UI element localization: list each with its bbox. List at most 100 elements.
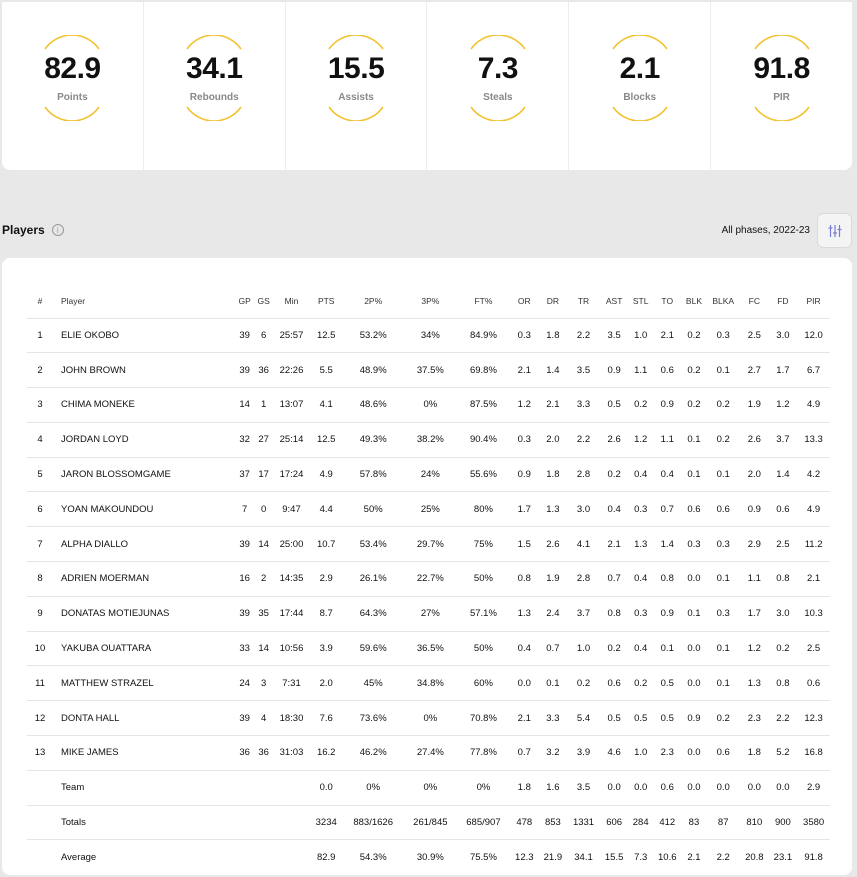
column-header[interactable]: FC bbox=[740, 284, 769, 319]
table-cell: 1.2 bbox=[768, 387, 798, 423]
player-name-link[interactable]: MATTHEW STRAZEL bbox=[53, 665, 236, 702]
table-cell: 2.9 bbox=[309, 561, 343, 597]
column-header[interactable]: TO bbox=[652, 284, 682, 319]
table-cell: 0.5 bbox=[599, 700, 629, 737]
filter-button[interactable] bbox=[817, 213, 852, 248]
table-cell: 1.4 bbox=[652, 526, 682, 563]
player-name-link[interactable]: CHIMA MONEKE bbox=[53, 387, 236, 423]
column-header[interactable]: # bbox=[27, 284, 53, 319]
table-cell: 3.3 bbox=[567, 387, 600, 423]
column-header[interactable]: 2P% bbox=[342, 284, 404, 319]
table-cell: 33 bbox=[235, 631, 255, 667]
player-name-link[interactable]: YOAN MAKOUNDOU bbox=[53, 491, 236, 528]
column-header[interactable]: DR bbox=[538, 284, 568, 319]
player-name-link[interactable]: JORDAN LOYD bbox=[53, 422, 236, 458]
table-cell: 2 bbox=[254, 561, 274, 597]
table-cell: 21.9 bbox=[543, 852, 563, 864]
table-cell: 0.7 bbox=[509, 735, 539, 771]
table-row: 5 JARON BLOSSOMGAME 37 17 17:24 4.9 57.8% 24% 55… bbox=[27, 457, 830, 493]
column-header[interactable]: FD bbox=[768, 284, 798, 319]
column-header[interactable]: FT% bbox=[456, 284, 510, 319]
table-cell bbox=[27, 805, 53, 841]
table-cell: 87 bbox=[706, 805, 741, 841]
table-cell bbox=[235, 805, 255, 841]
column-header[interactable]: PIR bbox=[797, 284, 830, 319]
column-header[interactable]: PTS bbox=[309, 284, 343, 319]
table-cell: 261/845 bbox=[403, 805, 457, 841]
info-icon[interactable]: i bbox=[51, 224, 64, 236]
column-header[interactable]: OR bbox=[509, 284, 539, 319]
table-cell: 2.5 bbox=[797, 631, 830, 667]
table-cell: 0.8 bbox=[768, 665, 798, 702]
player-name-link[interactable]: YAKUBA OUATTARA bbox=[53, 631, 236, 667]
table-cell: 2.1 bbox=[538, 387, 568, 423]
column-header[interactable]: BLK bbox=[681, 284, 707, 319]
table-cell: 4 bbox=[254, 700, 274, 737]
table-cell: 1.0 bbox=[628, 735, 653, 771]
table-cell: 3.7 bbox=[567, 596, 600, 632]
player-name-link[interactable]: DONTA HALL bbox=[53, 700, 236, 737]
player-name-link[interactable]: ELIE OKOBO bbox=[53, 318, 236, 354]
players-section-header: Players i bbox=[2, 223, 64, 237]
stat-value: 91.8 bbox=[753, 52, 810, 85]
stat-assists: 15.5 Assists bbox=[286, 2, 428, 170]
table-cell bbox=[273, 840, 310, 875]
table-cell: 810 bbox=[740, 805, 769, 841]
table-cell: 2.1 bbox=[509, 700, 539, 737]
player-name-link[interactable]: MIKE JAMES bbox=[53, 735, 236, 771]
table-cell: 20.8 bbox=[745, 852, 764, 864]
column-header[interactable]: 3P% bbox=[403, 284, 457, 319]
table-cell: 3.3 bbox=[538, 700, 568, 737]
table-cell: 24% bbox=[403, 457, 457, 493]
column-header[interactable]: STL bbox=[628, 284, 653, 319]
table-cell: 2.2 bbox=[567, 318, 600, 354]
player-name-link[interactable]: JARON BLOSSOMGAME bbox=[53, 457, 236, 493]
table-cell: 17:44 bbox=[273, 596, 310, 632]
table-cell: 0.0 bbox=[681, 665, 707, 702]
table-cell: 2.1 bbox=[509, 352, 539, 389]
column-header[interactable]: AST bbox=[599, 284, 629, 319]
table-row: 7 ALPHA DIALLO 39 14 25:00 10.7 53.4% 29.7% 75% 1… bbox=[27, 526, 830, 563]
stat-value: 7.3 bbox=[477, 52, 519, 85]
table-cell: 12.5 bbox=[309, 318, 343, 354]
table-cell: 0.8 bbox=[599, 596, 629, 632]
table-cell: 0.0 bbox=[599, 770, 629, 806]
table-cell: 2.8 bbox=[567, 457, 600, 493]
table-cell: 50% bbox=[342, 491, 404, 528]
player-name-link[interactable]: ADRIEN MOERMAN bbox=[53, 561, 236, 597]
table-cell: 4.4 bbox=[309, 491, 343, 528]
column-header[interactable]: Player bbox=[53, 284, 236, 319]
player-name-link[interactable]: DONATAS MOTIEJUNAS bbox=[53, 596, 236, 632]
table-cell: 0.2 bbox=[628, 387, 653, 423]
column-header[interactable]: GS bbox=[254, 284, 274, 319]
table-cell: 5.5 bbox=[309, 352, 343, 389]
table-cell: 0.9 bbox=[652, 596, 682, 632]
table-cell: 3.0 bbox=[567, 491, 600, 528]
table-cell: 2.7 bbox=[740, 352, 769, 389]
table-cell: 32 bbox=[235, 422, 255, 458]
table-cell: 0.3 bbox=[628, 491, 653, 528]
table-cell: 0.6 bbox=[797, 665, 830, 702]
player-name-link[interactable]: ALPHA DIALLO bbox=[53, 526, 236, 563]
table-cell: 1.0 bbox=[628, 318, 653, 354]
table-cell: 31:03 bbox=[273, 735, 310, 771]
column-header[interactable]: Min bbox=[273, 284, 310, 319]
table-header-row: # Player GP GS Min PTS 2P% 3P% FT% OR DR TR AST STL TO… bbox=[27, 284, 830, 319]
player-name-link[interactable]: JOHN BROWN bbox=[53, 352, 236, 389]
table-cell: 0.8 bbox=[768, 561, 798, 597]
column-header[interactable]: GP bbox=[235, 284, 255, 319]
table-cell: 1331 bbox=[567, 805, 600, 841]
column-header[interactable]: TR bbox=[567, 284, 600, 319]
table-cell: 2.2 bbox=[716, 852, 730, 864]
table-cell: 3580 bbox=[797, 805, 830, 841]
table-cell: 15.5 bbox=[604, 852, 624, 864]
table-cell: 4.1 bbox=[309, 387, 343, 423]
table-cell: 50% bbox=[456, 631, 510, 667]
table-cell: 80% bbox=[456, 491, 510, 528]
stat-value: 34.1 bbox=[186, 52, 243, 85]
table-cell: 6 bbox=[27, 491, 53, 528]
table-cell: 1 bbox=[27, 318, 53, 354]
column-header[interactable]: BLKA bbox=[706, 284, 741, 319]
table-cell: 39 bbox=[235, 318, 255, 354]
table-cell: 0.3 bbox=[706, 526, 741, 563]
